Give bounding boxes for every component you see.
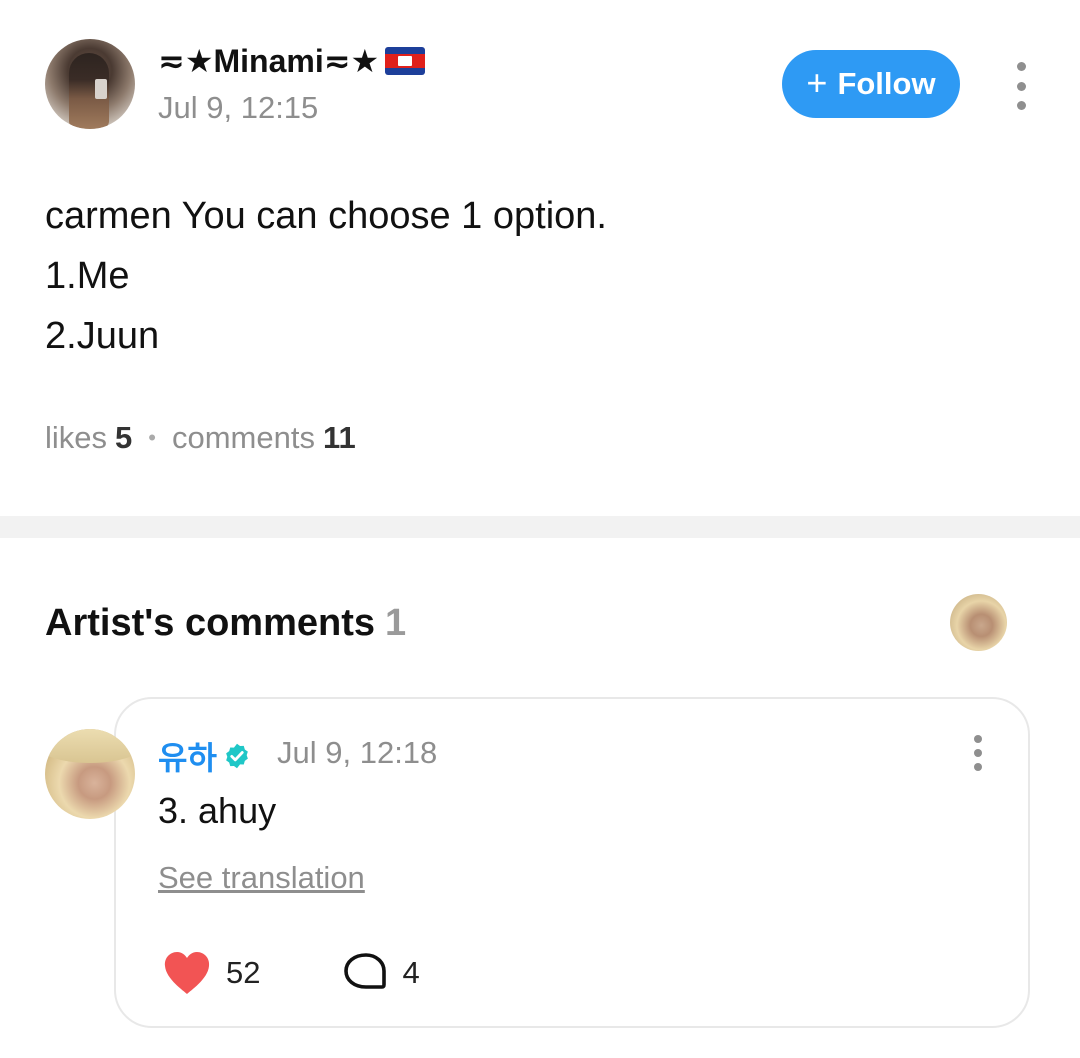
- artist-comments-heading: Artist's comments 1: [45, 602, 406, 645]
- post-body: carmen You can choose 1 option. 1.Me 2.J…: [45, 186, 607, 366]
- likes-label[interactable]: likes: [45, 420, 107, 456]
- comment-timestamp: Jul 9, 12:18: [277, 735, 438, 770]
- comments-count[interactable]: 11: [323, 420, 356, 456]
- post-body-line: carmen You can choose 1 option.: [45, 195, 607, 237]
- commenter-name-text: 유하: [158, 740, 217, 776]
- artist-avatar-small[interactable]: [950, 594, 1007, 651]
- comment-text: 3. ahuy: [158, 790, 277, 831]
- like-count: 52: [226, 955, 261, 990]
- likes-count[interactable]: 5: [115, 420, 132, 456]
- comment-more-options-icon[interactable]: [970, 735, 986, 771]
- post-timestamp: Jul 9, 12:15: [158, 90, 319, 125]
- post-stats: likes 5 • comments 11: [45, 420, 356, 456]
- follow-label: Follow: [837, 66, 936, 101]
- follow-button[interactable]: + Follow: [782, 50, 960, 118]
- reply-bubble-icon[interactable]: [342, 951, 390, 995]
- artist-comments-title: Artist's comments: [45, 602, 376, 644]
- author-username[interactable]: ≂★Minami≂★: [158, 42, 426, 80]
- reply-count: 4: [402, 955, 420, 990]
- verified-badge-icon: [226, 743, 248, 769]
- stats-separator: •: [148, 425, 156, 450]
- artist-comments-count: 1: [385, 602, 407, 644]
- heart-icon[interactable]: [162, 950, 212, 996]
- author-avatar[interactable]: [45, 39, 135, 129]
- comments-label[interactable]: comments: [172, 420, 315, 456]
- cambodia-flag-icon: [385, 47, 426, 75]
- post-body-line: 1.Me: [45, 255, 130, 297]
- comment-reactions: 52 4: [162, 950, 420, 996]
- post-detail-page: ≂★Minami≂★ Jul 9, 12:15 + Follow carmen …: [0, 0, 1080, 1058]
- see-translation-link[interactable]: See translation: [158, 860, 365, 896]
- avatar-phone: [95, 79, 107, 99]
- author-username-text: ≂★Minami≂★: [158, 43, 380, 79]
- post-more-options-icon[interactable]: [1013, 62, 1029, 110]
- commenter-name[interactable]: 유하: [158, 733, 251, 779]
- commenter-avatar[interactable]: [45, 729, 135, 819]
- section-divider: [0, 516, 1080, 538]
- plus-icon: +: [806, 61, 828, 103]
- post-body-line: 2.Juun: [45, 315, 160, 357]
- avatar-hair: [45, 729, 135, 763]
